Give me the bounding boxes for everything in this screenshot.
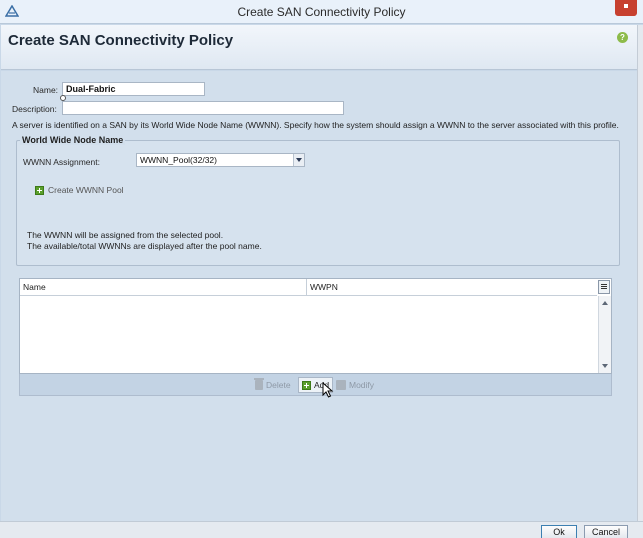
wwnn-assignment-value: WWNN_Pool(32/32) bbox=[140, 155, 217, 165]
scroll-down-icon[interactable] bbox=[602, 364, 608, 368]
description-label: Description: bbox=[12, 104, 57, 114]
mouse-cursor-icon bbox=[322, 382, 334, 398]
modify-icon bbox=[336, 380, 346, 390]
description-input[interactable] bbox=[62, 101, 344, 115]
trash-icon bbox=[254, 378, 264, 390]
create-wwnn-pool-button[interactable]: Create WWNN Pool bbox=[35, 185, 124, 195]
modify-label: Modify bbox=[349, 380, 375, 390]
cancel-button[interactable]: Cancel bbox=[584, 525, 628, 538]
delete-label: Delete bbox=[266, 380, 291, 390]
name-input[interactable]: Dual-Fabric bbox=[62, 82, 205, 96]
table-scrollbar[interactable] bbox=[598, 296, 611, 373]
chevron-down-icon[interactable] bbox=[293, 154, 304, 166]
dialog-scrollbar[interactable] bbox=[637, 25, 643, 525]
dialog-footer: Ok Cancel bbox=[0, 521, 643, 538]
create-wwnn-pool-label: Create WWNN Pool bbox=[48, 185, 124, 195]
delete-button[interactable]: Delete bbox=[254, 377, 291, 393]
name-label: Name: bbox=[33, 85, 59, 95]
table-toolbar: Delete Add Modify bbox=[19, 374, 612, 396]
dialog-content: Name: Dual-Fabric Description: A server … bbox=[1, 71, 637, 521]
vhba-table: Name WWPN bbox=[19, 278, 612, 374]
add-icon bbox=[35, 185, 44, 195]
wwnn-assignment-label: WWNN Assignment: bbox=[23, 157, 100, 167]
add-icon bbox=[302, 380, 311, 390]
wwnn-assignment-select[interactable]: WWNN_Pool(32/32) bbox=[136, 153, 305, 167]
ok-button[interactable]: Ok bbox=[541, 525, 577, 538]
window-title: Create SAN Connectivity Policy bbox=[237, 5, 406, 19]
wwnn-group-legend: World Wide Node Name bbox=[20, 135, 126, 145]
window-close-button[interactable] bbox=[615, 0, 637, 16]
dialog-header: Create SAN Connectivity Policy ? bbox=[1, 25, 637, 70]
scroll-up-icon[interactable] bbox=[602, 301, 608, 305]
table-header: Name WWPN bbox=[20, 279, 597, 296]
column-chooser-icon[interactable] bbox=[598, 280, 610, 294]
column-header-wwpn[interactable]: WWPN bbox=[307, 279, 597, 296]
help-icon[interactable]: ? bbox=[617, 32, 628, 43]
wwnn-info-text: A server is identified on a SAN by its W… bbox=[12, 120, 619, 130]
modify-button[interactable]: Modify bbox=[336, 377, 374, 393]
wwnn-note-line2: The available/total WWNNs are displayed … bbox=[27, 241, 262, 251]
wwnn-note-line1: The WWNN will be assigned from the selec… bbox=[27, 230, 224, 240]
window-titlebar: Create SAN Connectivity Policy bbox=[0, 0, 643, 24]
page-title: Create SAN Connectivity Policy bbox=[8, 32, 234, 49]
column-header-name[interactable]: Name bbox=[20, 279, 306, 296]
